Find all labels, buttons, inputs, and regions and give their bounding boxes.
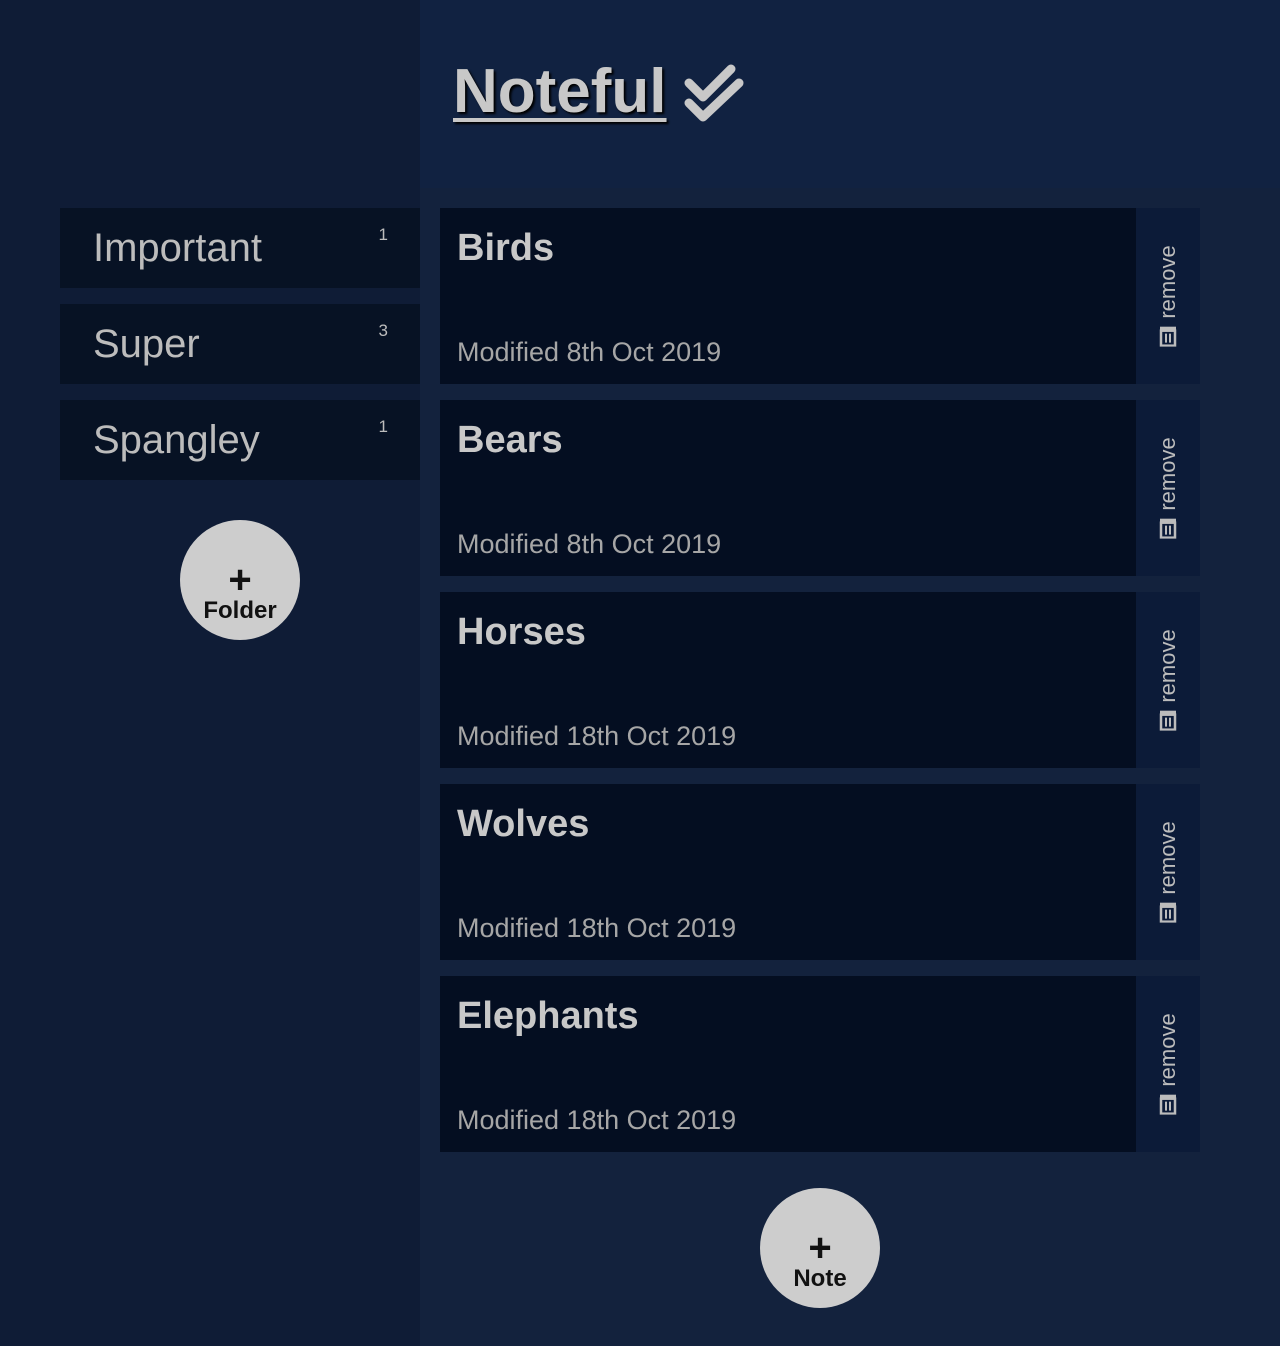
- remove-content: remove: [1155, 1013, 1180, 1115]
- remove-content: remove: [1155, 821, 1180, 923]
- folder-note-count: 3: [378, 321, 388, 340]
- remove-label: remove: [1155, 1013, 1180, 1087]
- trash-icon: [1159, 902, 1177, 923]
- note-title[interactable]: Wolves: [457, 802, 589, 846]
- remove-label: remove: [1155, 437, 1180, 511]
- trash-icon: [1159, 518, 1177, 539]
- folder-list: Important 1 Super 3 Spangley 1: [60, 208, 420, 496]
- remove-label: remove: [1155, 629, 1180, 703]
- note-list: Birds Modified 8th Oct 2019 remove Bears…: [440, 208, 1200, 1168]
- note-title[interactable]: Bears: [457, 418, 563, 462]
- add-note-label: Note: [793, 1265, 847, 1292]
- remove-content: remove: [1155, 245, 1180, 347]
- remove-content: remove: [1155, 629, 1180, 731]
- trash-icon: [1159, 1094, 1177, 1115]
- note-modified-date: Modified 18th Oct 2019: [457, 913, 737, 943]
- add-folder-button[interactable]: + Folder: [180, 520, 300, 640]
- note-card-horses: Horses Modified 18th Oct 2019 remove: [440, 592, 1200, 768]
- folder-name: Super: [93, 322, 200, 366]
- folder-name: Spangley: [93, 418, 260, 462]
- folder-note-count: 1: [378, 225, 388, 244]
- sidebar: [0, 0, 420, 1346]
- folder-note-count: 1: [378, 417, 388, 436]
- note-title[interactable]: Birds: [457, 226, 554, 270]
- note-title[interactable]: Horses: [457, 610, 586, 654]
- trash-icon: [1159, 710, 1177, 731]
- remove-note-button[interactable]: remove: [1136, 400, 1200, 576]
- plus-icon: +: [808, 1226, 832, 1270]
- folder-item-spangley[interactable]: Spangley 1: [60, 400, 420, 480]
- note-modified-date: Modified 8th Oct 2019: [457, 529, 722, 559]
- note-card-bears: Bears Modified 8th Oct 2019 remove: [440, 400, 1200, 576]
- note-modified-date: Modified 8th Oct 2019: [457, 337, 722, 367]
- remove-note-button[interactable]: remove: [1136, 208, 1200, 384]
- note-modified-date: Modified 18th Oct 2019: [457, 721, 737, 751]
- note-title[interactable]: Elephants: [457, 994, 639, 1038]
- remove-content: remove: [1155, 437, 1180, 539]
- note-modified-date: Modified 18th Oct 2019: [457, 1105, 737, 1135]
- remove-label: remove: [1155, 245, 1180, 319]
- note-card-wolves: Wolves Modified 18th Oct 2019 remove: [440, 784, 1200, 960]
- note-card-elephants: Elephants Modified 18th Oct 2019 remove: [440, 976, 1200, 1152]
- remove-label: remove: [1155, 821, 1180, 895]
- remove-note-button[interactable]: remove: [1136, 976, 1200, 1152]
- folder-item-important[interactable]: Important 1: [60, 208, 420, 288]
- double-check-icon: [684, 64, 744, 122]
- remove-note-button[interactable]: remove: [1136, 784, 1200, 960]
- app-title-link[interactable]: Noteful: [453, 52, 749, 132]
- note-card-birds: Birds Modified 8th Oct 2019 remove: [440, 208, 1200, 384]
- folder-item-super[interactable]: Super 3: [60, 304, 420, 384]
- trash-icon: [1159, 326, 1177, 347]
- plus-icon: +: [228, 558, 252, 602]
- add-note-button[interactable]: + Note: [760, 1188, 880, 1308]
- add-folder-label: Folder: [203, 597, 277, 624]
- remove-note-button[interactable]: remove: [1136, 592, 1200, 768]
- app-title: Noteful: [453, 57, 667, 126]
- folder-name: Important: [93, 226, 262, 270]
